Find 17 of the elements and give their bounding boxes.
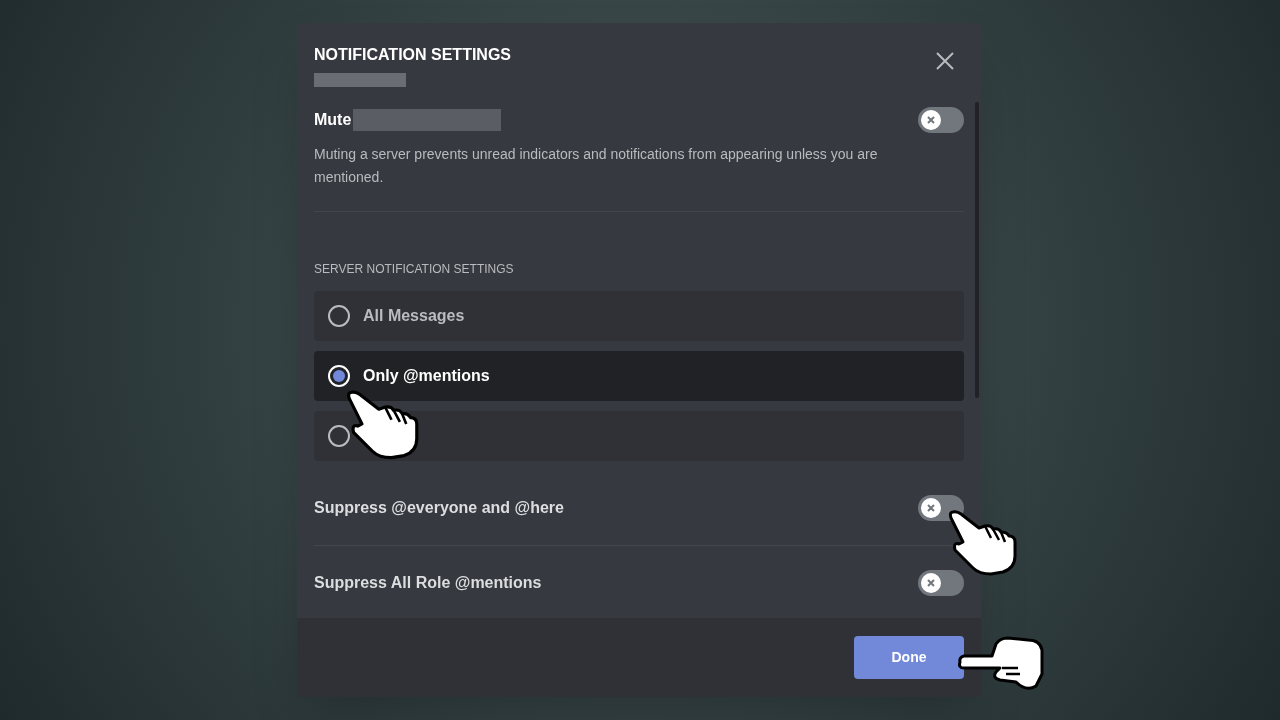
radio-icon — [327, 304, 351, 328]
radio-option[interactable]: Only @mentions — [314, 351, 964, 401]
toggle-switch[interactable] — [918, 570, 964, 596]
x-icon — [926, 578, 936, 588]
radio-option[interactable] — [314, 411, 964, 461]
toggle-switch[interactable] — [918, 107, 964, 133]
mute-description: Muting a server prevents unread indicators and notifications from appearing unless you are mentioned. — [314, 145, 879, 187]
toggle-label: Suppress @everyone and @here — [314, 498, 564, 518]
x-icon — [926, 115, 936, 125]
x-icon — [926, 503, 936, 513]
radio-icon — [327, 364, 351, 388]
section-header: SERVER NOTIFICATION SETTINGS — [314, 261, 515, 278]
mute-label: Mute — [314, 110, 352, 130]
toggle-label: Suppress All Role @mentions — [314, 573, 542, 593]
radio-icon — [327, 424, 351, 448]
dialog-title: NOTIFICATION SETTINGS — [314, 45, 512, 65]
radio-option[interactable]: All Messages — [314, 291, 964, 341]
